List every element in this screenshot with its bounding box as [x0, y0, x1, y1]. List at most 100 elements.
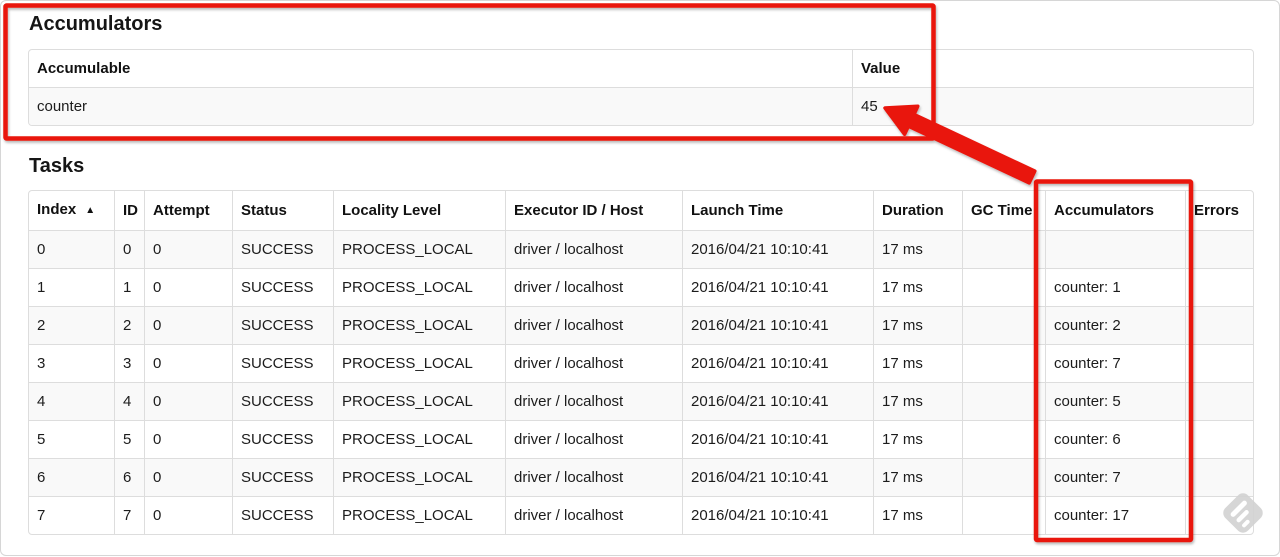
column-header-launch-time[interactable]: Launch Time [682, 191, 873, 230]
task-cell-executor-id-host: driver / localhost [505, 268, 682, 306]
tasks-header-row: Index ▲ ID Attempt Status Locality Level … [29, 191, 1253, 230]
task-cell-index: 3 [29, 344, 114, 382]
task-cell-gc-time [962, 382, 1045, 420]
column-header-index-label: Index [37, 201, 77, 218]
column-header-errors[interactable]: Errors [1185, 191, 1253, 230]
task-row: 0 0 0 SUCCESS PROCESS_LOCAL driver / localhos… [29, 230, 1253, 268]
task-cell-duration: 17 ms [873, 458, 962, 496]
column-header-status[interactable]: Status [232, 191, 333, 230]
task-cell-launch-time: 2016/04/21 10:10:41 [682, 382, 873, 420]
column-header-accumulators[interactable]: Accumulators [1045, 191, 1185, 230]
sort-ascending-icon: ▲ [85, 205, 96, 216]
task-cell-duration: 17 ms [873, 382, 962, 420]
task-cell-errors [1185, 268, 1253, 306]
column-header-accumulable[interactable]: Accumulable [29, 50, 852, 87]
task-cell-locality-level: PROCESS_LOCAL [333, 268, 505, 306]
column-header-value[interactable]: Value [852, 50, 1253, 87]
accumulators-section-title: Accumulators [29, 13, 163, 35]
task-cell-index: 7 [29, 496, 114, 534]
task-cell-index: 0 [29, 230, 114, 268]
task-cell-gc-time [962, 268, 1045, 306]
task-cell-index: 5 [29, 420, 114, 458]
task-cell-status: SUCCESS [232, 344, 333, 382]
task-cell-locality-level: PROCESS_LOCAL [333, 496, 505, 534]
spark-ui-stage-page: { "accumulators_section": { "title": "Ac… [0, 0, 1280, 556]
task-cell-status: SUCCESS [232, 306, 333, 344]
tasks-table-body: 0 0 0 SUCCESS PROCESS_LOCAL driver / localhos… [29, 230, 1253, 534]
column-header-index[interactable]: Index ▲ [29, 191, 114, 230]
task-cell-accumulators: counter: 17 [1045, 496, 1185, 534]
task-cell-executor-id-host: driver / localhost [505, 382, 682, 420]
task-cell-locality-level: PROCESS_LOCAL [333, 344, 505, 382]
task-cell-id: 2 [114, 306, 144, 344]
task-cell-attempt: 0 [144, 420, 232, 458]
column-header-locality-level[interactable]: Locality Level [333, 191, 505, 230]
column-header-attempt[interactable]: Attempt [144, 191, 232, 230]
task-cell-executor-id-host: driver / localhost [505, 420, 682, 458]
task-cell-attempt: 0 [144, 382, 232, 420]
task-row: 6 6 0 SUCCESS PROCESS_LOCAL driver / localhos… [29, 458, 1253, 496]
task-cell-accumulators: counter: 7 [1045, 344, 1185, 382]
column-header-duration[interactable]: Duration [873, 191, 962, 230]
task-cell-status: SUCCESS [232, 268, 333, 306]
task-cell-status: SUCCESS [232, 458, 333, 496]
task-cell-locality-level: PROCESS_LOCAL [333, 382, 505, 420]
task-cell-index: 4 [29, 382, 114, 420]
task-cell-attempt: 0 [144, 496, 232, 534]
task-cell-index: 1 [29, 268, 114, 306]
task-row: 5 5 0 SUCCESS PROCESS_LOCAL driver / localhos… [29, 420, 1253, 458]
task-cell-attempt: 0 [144, 306, 232, 344]
task-cell-executor-id-host: driver / localhost [505, 344, 682, 382]
accumulators-table: Accumulable Value counter 45 [28, 49, 1254, 126]
task-cell-locality-level: PROCESS_LOCAL [333, 458, 505, 496]
task-cell-launch-time: 2016/04/21 10:10:41 [682, 344, 873, 382]
column-header-executor-id-host[interactable]: Executor ID / Host [505, 191, 682, 230]
task-cell-duration: 17 ms [873, 420, 962, 458]
task-cell-attempt: 0 [144, 344, 232, 382]
task-cell-id: 4 [114, 382, 144, 420]
column-header-gc-time[interactable]: GC Time [962, 191, 1045, 230]
task-row: 7 7 0 SUCCESS PROCESS_LOCAL driver / localhos… [29, 496, 1253, 534]
tasks-table: Index ▲ ID Attempt Status Locality Level … [28, 190, 1254, 535]
task-cell-launch-time: 2016/04/21 10:10:41 [682, 268, 873, 306]
task-cell-accumulators: counter: 6 [1045, 420, 1185, 458]
task-cell-errors [1185, 382, 1253, 420]
column-header-id[interactable]: ID [114, 191, 144, 230]
task-cell-gc-time [962, 306, 1045, 344]
task-cell-accumulators: counter: 1 [1045, 268, 1185, 306]
task-cell-gc-time [962, 496, 1045, 534]
task-cell-status: SUCCESS [232, 382, 333, 420]
task-cell-launch-time: 2016/04/21 10:10:41 [682, 496, 873, 534]
task-cell-status: SUCCESS [232, 496, 333, 534]
task-cell-duration: 17 ms [873, 306, 962, 344]
task-cell-gc-time [962, 230, 1045, 268]
task-row: 1 1 0 SUCCESS PROCESS_LOCAL driver / localhos… [29, 268, 1253, 306]
task-cell-attempt: 0 [144, 230, 232, 268]
task-row: 2 2 0 SUCCESS PROCESS_LOCAL driver / localhos… [29, 306, 1253, 344]
task-cell-launch-time: 2016/04/21 10:10:41 [682, 306, 873, 344]
task-row: 3 3 0 SUCCESS PROCESS_LOCAL driver / localhos… [29, 344, 1253, 382]
task-cell-locality-level: PROCESS_LOCAL [333, 306, 505, 344]
accumulable-name-cell: counter [29, 87, 852, 125]
task-cell-accumulators: counter: 2 [1045, 306, 1185, 344]
task-cell-locality-level: PROCESS_LOCAL [333, 420, 505, 458]
task-cell-errors [1185, 458, 1253, 496]
page-content: Accumulators Accumulable Value counter 4… [28, 13, 1254, 535]
task-cell-id: 3 [114, 344, 144, 382]
task-cell-launch-time: 2016/04/21 10:10:41 [682, 420, 873, 458]
task-cell-errors [1185, 230, 1253, 268]
task-cell-duration: 17 ms [873, 230, 962, 268]
task-cell-launch-time: 2016/04/21 10:10:41 [682, 458, 873, 496]
task-cell-accumulators: counter: 5 [1045, 382, 1185, 420]
task-row: 4 4 0 SUCCESS PROCESS_LOCAL driver / localhos… [29, 382, 1253, 420]
accumulator-row: counter 45 [29, 87, 1253, 125]
task-cell-errors [1185, 420, 1253, 458]
task-cell-status: SUCCESS [232, 420, 333, 458]
task-cell-duration: 17 ms [873, 496, 962, 534]
task-cell-accumulators: counter: 7 [1045, 458, 1185, 496]
task-cell-id: 6 [114, 458, 144, 496]
task-cell-index: 6 [29, 458, 114, 496]
task-cell-locality-level: PROCESS_LOCAL [333, 230, 505, 268]
task-cell-executor-id-host: driver / localhost [505, 230, 682, 268]
task-cell-gc-time [962, 344, 1045, 382]
